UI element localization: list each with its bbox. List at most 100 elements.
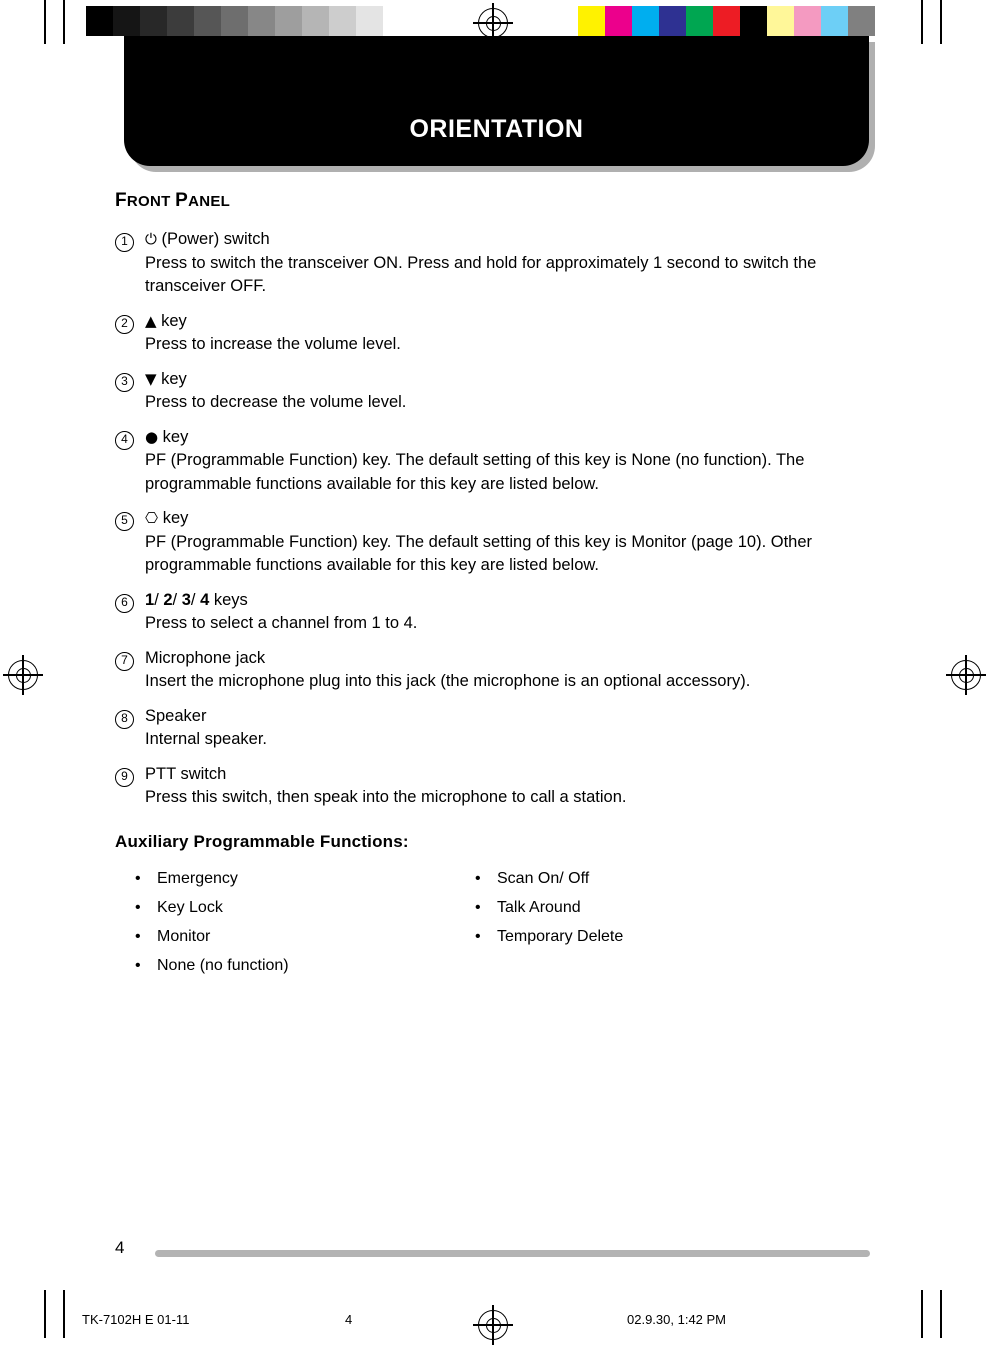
sep-2: / [172,590,182,609]
item-body: ⏻ (Power) switch Press to switch the tra… [145,228,885,299]
page-title: ORIENTATION [409,115,584,143]
section-heading-front-panel: FRONT PANEL [115,190,885,212]
greyscale-swatch-0 [86,6,113,36]
color-swatch-9 [821,6,848,36]
auxiliary-left-column: • Emergency • Key Lock • Monitor • None (no … [135,864,475,980]
item-number: 6 [115,589,145,636]
section-heading-anel: ANEL [188,193,231,210]
item-description: Press this switch, then speak into the m… [145,788,627,806]
crop-mark-bottom-right-v2 [940,1290,942,1338]
item-number-badge: 6 [115,593,134,613]
bullet-icon: • [135,869,141,887]
list-item: • None (no function) [135,951,475,980]
auxiliary-item-label: Monitor [157,927,211,945]
color-swatch-2 [632,6,659,36]
list-item: 7 Microphone jack Insert the microphone … [115,647,885,694]
item-number-badge: 8 [115,709,134,729]
greyscale-swatch-3 [167,6,194,36]
content-area: FRONT PANEL 1 ⏻ (Power) switch Press to … [115,190,885,980]
bullet-icon: • [135,898,141,916]
item-title: ● key [145,426,885,450]
auxiliary-item-label: None (no function) [157,956,289,974]
registration-mark-left [3,655,43,695]
list-item: 1 ⏻ (Power) switch Press to switch the t… [115,228,885,299]
list-item: 2 ▲ key Press to increase the volume lev… [115,310,885,357]
list-item: • Key Lock [135,893,475,922]
bullet-icon: • [135,927,141,945]
list-item: • Scan On/ Off [475,864,815,893]
color-swatch-6 [740,6,767,36]
item-title: ⎔ key [145,507,885,531]
auxiliary-item-label: Talk Around [497,898,581,916]
greyscale-swatch-7 [275,6,302,36]
item-title-text: key [158,509,189,527]
auxiliary-item-label: Emergency [157,869,238,887]
greyscale-swatch-6 [248,6,275,36]
list-item: 6 1/ 2/ 3/ 4 keys Press to select a chan… [115,589,885,636]
item-number-badge: 1 [115,233,134,252]
channel-2-label: 2 [163,590,173,609]
greyscale-swatch-4 [194,6,221,36]
item-number: 9 [115,763,145,810]
crop-mark-top-right-v2 [940,0,942,44]
channel-4-label: 4 [200,590,210,609]
item-number: 8 [115,705,145,752]
crop-mark-bottom-right-v [921,1290,923,1338]
item-description: Insert the microphone plug into this jac… [145,672,751,690]
list-item: • Emergency [135,864,475,893]
item-description: Internal speaker. [145,730,267,748]
triangle-up-icon: ▲ [145,311,157,330]
color-swatch-4 [686,6,713,36]
greyscale-swatch-11 [383,6,410,36]
item-body: ▼ key Press to decrease the volume level… [145,368,885,415]
triangle-down-icon: ▼ [145,369,157,388]
item-title-text: key [156,311,187,330]
item-number: 4 [115,426,145,497]
bullet-icon: • [475,869,481,887]
color-swatch-5 [713,6,740,36]
color-swatch-7 [767,6,794,36]
item-description: PF (Programmable Function) key. The defa… [145,451,805,493]
list-item: 5 ⎔ key PF (Programmable Function) key. … [115,507,885,578]
item-description: Press to increase the volume level. [145,335,401,353]
item-description: Press to decrease the volume level. [145,393,407,411]
item-number-badge: 2 [115,314,134,334]
sep-1: / [154,590,164,609]
footer-page-number: 4 [345,1312,353,1327]
auxiliary-item-label: Key Lock [157,898,223,916]
list-item: 8 Speaker Internal speaker. [115,705,885,752]
registration-mark-bottom [473,1305,513,1345]
item-title-text: (Power) switch [156,230,270,248]
auxiliary-right-column: • Scan On/ Off • Talk Around • Temporary De… [475,864,815,980]
registration-mark-right [946,655,986,695]
greyscale-swatch-2 [140,6,167,36]
header-banner: ORIENTATION [124,36,869,166]
color-swatch-0 [578,6,605,36]
item-number-badge: 9 [115,767,134,787]
item-number-badge: 4 [115,430,134,450]
crop-mark-bottom-left-v [44,1290,46,1338]
auxiliary-item-label: Scan On/ Off [497,869,590,887]
sep-3: / [190,590,201,609]
color-calibration-bar [578,6,875,36]
section-heading-p: P [175,190,189,211]
footer-timestamp: 02.9.30, 1:42 PM [627,1312,727,1327]
crop-mark-top-left-v2 [63,0,65,44]
item-title: ▲ key [145,310,885,334]
crop-mark-top-right-v [921,0,923,44]
bullet-icon: • [475,898,481,916]
item-body: ▲ key Press to increase the volume level… [145,310,885,357]
filled-circle-icon: ● [145,427,159,446]
bullet-icon: • [135,956,141,974]
item-title: 1/ 2/ 3/ 4 keys [145,589,885,613]
page-number: 4 [115,1238,125,1257]
item-body: Speaker Internal speaker. [145,705,885,752]
auxiliary-functions-columns: • Emergency • Key Lock • Monitor • None (no … [115,864,885,980]
section-heading-ront: RONT [126,193,176,210]
channel-3-label: 3 [181,590,191,609]
item-description: Press to switch the transceiver ON. Pres… [145,253,817,296]
greyscale-calibration-bar [86,6,410,36]
channel-1-label: 1 [145,590,155,609]
auxiliary-functions-heading: Auxiliary Programmable Functions: [115,831,409,851]
list-item: 4 ● key PF (Programmable Function) key. … [115,426,885,497]
